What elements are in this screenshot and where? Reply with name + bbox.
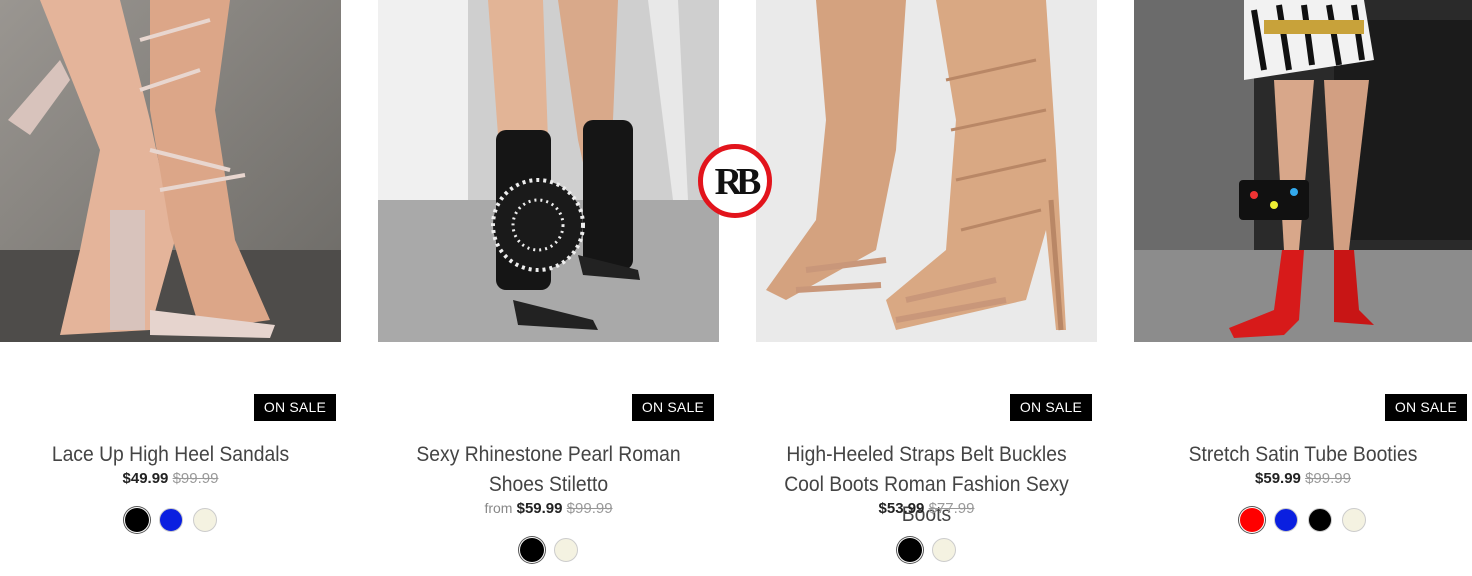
sale-price: $59.99 <box>1255 470 1301 487</box>
svg-text:RB: RB <box>715 161 761 201</box>
swatch-cream[interactable] <box>553 538 578 562</box>
swatch-red[interactable] <box>1240 508 1264 532</box>
product-card: ON SALE Stretch Satin Tube Booties $59.9… <box>1134 0 1472 576</box>
lace-up-sandal-photo <box>0 0 341 342</box>
compare-price: $99.99 <box>172 470 219 487</box>
price-line: from $59.99 $99.99 <box>378 500 719 517</box>
product-card: ON SALE High-Heeled Straps Belt Buckles … <box>756 0 1097 576</box>
price-line: $59.99 $99.99 <box>1134 470 1472 487</box>
product-image-link[interactable] <box>378 0 719 342</box>
product-title[interactable]: Stretch Satin Tube Booties <box>1148 440 1459 470</box>
product-image-link[interactable] <box>0 0 341 342</box>
product-card: ON SALE Lace Up High Heel Sandals $49.99… <box>0 0 341 576</box>
on-sale-badge: ON SALE <box>1009 394 1092 421</box>
sale-price: $49.99 <box>122 470 169 487</box>
brand-logo: RB <box>698 144 772 218</box>
swatch-black[interactable] <box>519 538 544 562</box>
compare-price: $77.99 <box>928 500 975 517</box>
on-sale-badge: ON SALE <box>631 394 714 421</box>
nude-strap-boot-photo <box>756 0 1097 342</box>
product-title[interactable]: Lace Up High Heel Sandals <box>14 440 328 470</box>
rhinestone-sandal-photo <box>378 0 719 342</box>
price-line: $49.99 $99.99 <box>0 470 341 487</box>
swatch-black[interactable] <box>1308 508 1332 532</box>
color-swatches <box>0 508 341 532</box>
sale-price: $53.99 <box>878 500 925 517</box>
red-sock-bootie-photo <box>1134 0 1472 342</box>
color-swatches <box>378 538 719 562</box>
swatch-cream[interactable] <box>931 538 956 562</box>
on-sale-badge: ON SALE <box>1384 394 1467 421</box>
product-image-link[interactable] <box>756 0 1097 342</box>
product-image-link[interactable] <box>1134 0 1472 342</box>
color-swatches <box>756 538 1097 562</box>
swatch-cream[interactable] <box>192 508 217 532</box>
swatch-blue[interactable] <box>158 508 183 532</box>
swatch-cream[interactable] <box>1342 508 1366 532</box>
sale-price: $59.99 <box>516 500 563 517</box>
product-title[interactable]: Sexy Rhinestone Pearl Roman Shoes Stilet… <box>392 440 706 500</box>
swatch-black[interactable] <box>124 508 149 532</box>
color-swatches <box>1134 508 1472 532</box>
compare-price: $99.99 <box>1305 470 1351 487</box>
product-card: ON SALE Sexy Rhinestone Pearl Roman Shoe… <box>378 0 719 576</box>
swatch-black[interactable] <box>897 538 922 562</box>
on-sale-badge: ON SALE <box>253 394 336 421</box>
from-label: from <box>484 500 513 516</box>
compare-price: $99.99 <box>566 500 613 517</box>
swatch-blue[interactable] <box>1274 508 1298 532</box>
rb-logo-icon: RB <box>715 161 763 201</box>
price-line: $53.99 $77.99 <box>756 500 1097 517</box>
